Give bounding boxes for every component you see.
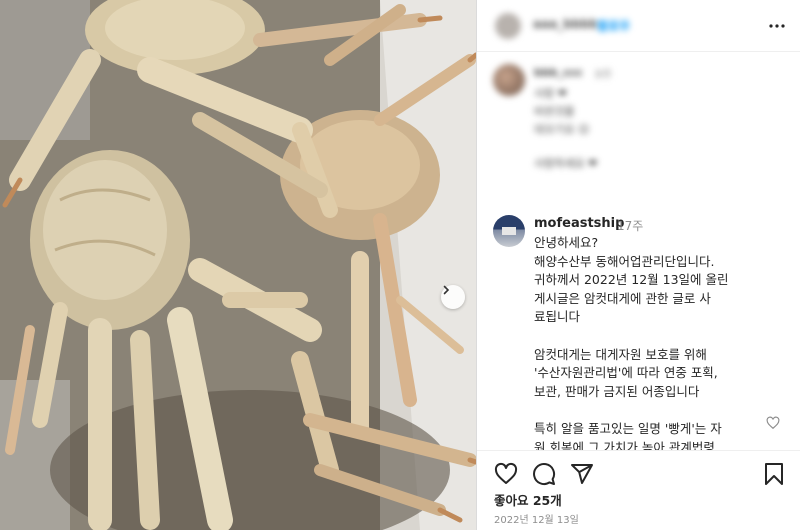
share-icon [571, 464, 593, 484]
comment-button[interactable] [530, 460, 558, 488]
chevron-right-icon [443, 285, 450, 295]
blurred-comment-line: 사랑하세요 ❤ [534, 157, 598, 170]
save-button[interactable] [760, 460, 788, 488]
post-date[interactable]: 2022년 12월 13일 [494, 511, 579, 526]
bookmark-icon [765, 463, 783, 485]
crab-photo-illustration [0, 0, 476, 530]
author-avatar[interactable] [495, 13, 521, 39]
comment-line: 보관, 판매가 금지된 어종입니다 [534, 383, 700, 399]
comment-line-break [534, 401, 770, 420]
comment-line: 료됩니다 [534, 309, 581, 325]
heart-icon [766, 416, 780, 430]
comment-icon [533, 463, 556, 485]
more-options-button[interactable] [767, 16, 787, 36]
comment-line: 게시글은 암컷대게에 관한 글로 사 [534, 290, 711, 306]
comment-line: 해양수산부 동해어업관리단입니다. [534, 253, 715, 269]
commenter-avatar-blurred[interactable] [493, 64, 525, 96]
likes-count[interactable]: 좋아요 25개 [494, 490, 562, 509]
blurred-comment-username[interactable]: bbb_ccc [534, 66, 583, 79]
comment-line: 안녕하세요? [534, 235, 599, 250]
heart-icon [494, 462, 518, 484]
more-horizontal-icon [769, 24, 785, 28]
share-button[interactable] [568, 460, 596, 488]
commenter-avatar[interactable] [493, 215, 525, 247]
comment-username[interactable]: mofeastship [534, 216, 624, 231]
comment-line: 암컷대게는 대게자원 보호를 위해 [534, 346, 707, 362]
comment-line: 귀하께서 2022년 12월 13일에 올린 [534, 272, 729, 288]
blurred-comment-time: 8주 [595, 68, 613, 81]
follow-button[interactable]: 팔로우 [597, 17, 630, 34]
comment-line-break [534, 327, 770, 346]
like-button[interactable] [492, 460, 520, 488]
comments-list[interactable]: bbb_ccc 8주 사랑 ❤ 비싼것을 대꼬기요 😊 사랑하세요 ❤ mofe… [477, 52, 800, 450]
comment-text: 안녕하세요? 해양수산부 동해어업관리단입니다. 귀하께서 2022년 12월 … [534, 234, 770, 450]
post-side-panel: aaa_bbbb 팔로우 bbb_ccc 8주 사랑 ❤ 비싼것을 대꼬기요 😊… [476, 0, 800, 530]
comment-like-button[interactable] [765, 416, 781, 432]
blurred-comment-line: 비싼것을 [534, 105, 575, 118]
post-header: aaa_bbbb 팔로우 [477, 0, 800, 52]
comment-time: 17주 [617, 219, 644, 233]
post-photo[interactable] [0, 0, 476, 530]
author-username[interactable]: aaa_bbbb [533, 17, 598, 31]
next-photo-button[interactable] [441, 285, 465, 309]
comment-line: '수산자원관리법'에 따라 연중 포획, [534, 365, 718, 381]
comment-line: 특히 알을 품고있는 일명 '빵게'는 자 [534, 420, 722, 436]
blurred-comment-line: 대꼬기요 😊 [534, 123, 590, 136]
blurred-comment-line: 사랑 ❤ [534, 87, 567, 100]
comment-line: 원 회복에 그 가치가 높아 관계법령 [534, 439, 715, 450]
